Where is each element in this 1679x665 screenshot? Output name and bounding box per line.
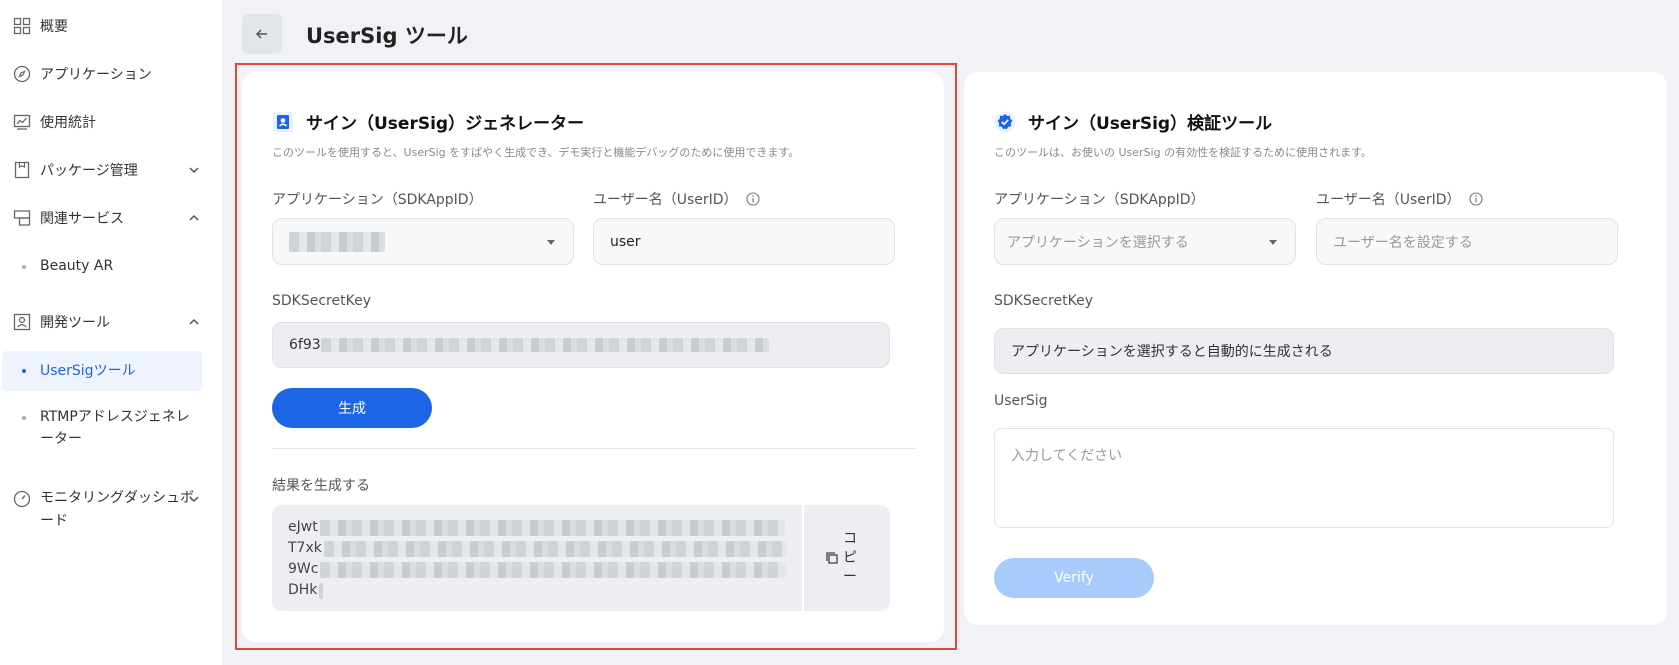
services-icon [12, 208, 32, 228]
verifier-card: サイン（UserSig）検証ツール このツールは、お使いの UserSig の有… [964, 72, 1667, 625]
sidebar-item-related-services[interactable]: 関連サービス [0, 206, 210, 230]
app-select-placeholder: アプリケーションを選択する [1007, 234, 1189, 251]
sidebar-subitem-label: RTMPアドレスジェネレーター [40, 409, 190, 447]
secret-key-hint: アプリケーションを選択すると自動的に生成される [1011, 344, 1333, 360]
bullet-dot [22, 369, 26, 373]
sidebar-item-label: パッケージ管理 [40, 163, 138, 179]
grid-icon [12, 16, 32, 36]
highlight-box [235, 63, 957, 650]
verified-badge-icon [994, 111, 1016, 133]
bullet-dot [22, 416, 26, 420]
sidebar-item-dev-tools[interactable]: 開発ツール [0, 310, 210, 334]
userid-label: ユーザー名（UserID） [1316, 189, 1483, 209]
app-label: アプリケーション（SDKAppID） [994, 189, 1205, 209]
verify-button[interactable]: Verify [994, 558, 1154, 598]
sidebar-item-label: 関連サービス [40, 211, 124, 227]
app-label-text: アプリケーション（SDKAppID） [994, 192, 1205, 208]
sidebar-item-applications[interactable]: アプリケーション [0, 62, 210, 86]
usersig-textarea-placeholder: 入力してください [1011, 448, 1123, 464]
bullet-dot [22, 265, 26, 269]
sidebar-subitem-beauty-ar[interactable]: Beauty AR [2, 255, 202, 279]
back-button[interactable] [242, 14, 282, 54]
usersig-textarea[interactable]: 入力してください [994, 428, 1614, 528]
verifier-title: サイン（UserSig）検証ツール [994, 109, 1272, 134]
userid-label-text: ユーザー名（UserID） [1316, 192, 1461, 208]
chart-icon [12, 112, 32, 132]
sidebar-subitem-rtmp-generator[interactable]: RTMPアドレスジェネレーター [2, 406, 202, 452]
sidebar-item-label: アプリケーション [40, 67, 152, 83]
sidebar-item-label: 開発ツール [40, 315, 110, 331]
secret-label-text: SDKSecretKey [994, 293, 1093, 309]
package-icon [12, 160, 32, 180]
userid-input-placeholder: ユーザー名を設定する [1333, 234, 1473, 251]
usersig-label-text: UserSig [994, 393, 1048, 409]
verifier-description: このツールは、お使いの UserSig の有効性を検証するために使用されます。 [994, 146, 1372, 159]
compass-icon [12, 64, 32, 84]
gauge-icon [12, 489, 32, 509]
verify-app-select[interactable]: アプリケーションを選択する [994, 218, 1296, 265]
caret-down-icon [1269, 239, 1277, 245]
verifier-title-text: サイン（UserSig）検証ツール [1028, 114, 1273, 134]
sidebar: 概要 アプリケーション 使用統計 パッケージ管理 関連サービス Beauty A… [0, 0, 222, 665]
sidebar-item-overview[interactable]: 概要 [0, 14, 210, 38]
sidebar-item-label: 概要 [40, 19, 68, 35]
chevron-down-icon [189, 496, 199, 503]
verify-button-label: Verify [1054, 570, 1094, 586]
arrow-left-icon [255, 29, 267, 39]
verify-userid-input[interactable]: ユーザー名を設定する [1316, 218, 1618, 265]
info-icon[interactable] [1468, 192, 1483, 206]
secret-label: SDKSecretKey [994, 293, 1093, 309]
page-title: UserSig ツール [306, 24, 468, 48]
usersig-label: UserSig [994, 393, 1048, 409]
sidebar-item-packages[interactable]: パッケージ管理 [0, 158, 210, 182]
sidebar-item-label: モニタリングダッシュボード [40, 490, 194, 529]
chevron-up-icon [189, 318, 199, 325]
sidebar-subitem-label: UserSigツール [40, 363, 136, 379]
tools-icon [12, 312, 32, 332]
verify-secret-key-field: アプリケーションを選択すると自動的に生成される [994, 328, 1614, 374]
sidebar-item-monitoring[interactable]: モニタリングダッシュボード [0, 487, 210, 533]
sidebar-item-usage[interactable]: 使用統計 [0, 110, 210, 134]
chevron-down-icon [189, 167, 199, 174]
sidebar-item-label: 使用統計 [40, 115, 96, 131]
sidebar-subitem-usersig-tool[interactable]: UserSigツール [2, 351, 202, 391]
sidebar-subitem-label: Beauty AR [40, 258, 114, 274]
chevron-up-icon [189, 214, 199, 221]
